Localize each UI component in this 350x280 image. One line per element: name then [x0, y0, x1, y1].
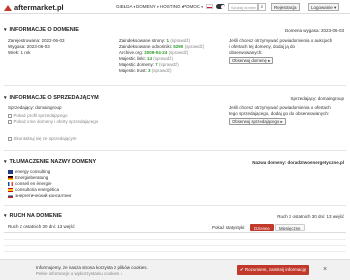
traffic-chart — [4, 232, 346, 252]
gridline — [4, 245, 346, 246]
notify-domain-text-1: Jeśli chcesz otrzymywać powiadomienia o … — [229, 38, 333, 43]
domain-age: Wiek: 1 rok — [8, 50, 31, 55]
verify-link[interactable]: (sprawdź) — [170, 38, 190, 43]
domain-name-right: Nazwa domeny: doradztwoenergetyczne.pl — [252, 160, 344, 165]
translation-en: energy consulting — [8, 169, 50, 175]
chevron-down-icon: ▾ — [4, 27, 7, 33]
close-icon[interactable]: × — [320, 265, 330, 275]
gridline — [4, 251, 346, 252]
traffic-left: Ruch z ostatnich 30 dni: 13 wejść — [8, 224, 75, 229]
chevron-down-icon: ▾ — [156, 5, 159, 9]
site-logo[interactable]: aftermarket.pl — [4, 3, 64, 12]
logo-text: aftermarket.pl — [14, 3, 64, 12]
nav-pomoc[interactable]: POMOC ▾ — [183, 4, 203, 9]
divider — [4, 205, 346, 206]
ru-flag-icon — [8, 194, 13, 198]
notify-seller-text-2: tego sprzedającego, dodaj go do obserwow… — [229, 111, 330, 116]
translation-ru: энергетический консалтинг — [8, 193, 72, 199]
polish-flag-icon[interactable] — [206, 4, 213, 9]
traffic-header[interactable]: ▾ RUCH NA DOMENIE — [4, 213, 62, 219]
theme-toggle[interactable] — [216, 4, 225, 9]
registered-date: Zarejestrowana: 2022-06-03 — [8, 38, 65, 43]
indexed-pages: Zaindeksowane strony: 1 (sprawdź) — [119, 38, 191, 43]
verify-link[interactable]: (sprawdź) — [185, 44, 205, 49]
list-icon — [8, 119, 12, 124]
majestic-links: Majestic linki: 14 (sprawdź) — [119, 56, 174, 61]
stat-value: 1 — [166, 38, 170, 43]
traffic-right: Ruch z ostatnich 30 dni: 13 wejść — [277, 214, 344, 219]
translation-fr: conseil en énergie — [8, 181, 52, 187]
translation-header[interactable]: ▾ TŁUMACZENIE NAZWY DOMENY — [4, 159, 96, 165]
expires-date: Wygasa: 2023-06-03 — [8, 44, 50, 49]
archive-date: Archive.org: 2009-04-24 (sprawdź) — [119, 50, 189, 55]
search-icon: ⌕ — [260, 4, 264, 10]
verify-link[interactable]: (sprawdź) — [159, 62, 179, 67]
stat-value: 5290 — [173, 44, 184, 49]
stat-value: 14 — [147, 56, 153, 61]
chevron-down-icon: ▾ — [334, 5, 337, 10]
notify-seller-text-1: Jeśli chcesz otrzymywać powiadomienia o … — [229, 105, 331, 110]
stat-value: 2009-04-24 — [144, 50, 168, 55]
verify-link[interactable]: (sprawdź) — [152, 68, 172, 73]
mail-icon — [8, 136, 12, 141]
chevron-down-icon: ▾ — [4, 213, 7, 219]
verify-link[interactable]: (sprawdź) — [153, 56, 173, 61]
nav-gielda[interactable]: GIEŁDA ▾ — [116, 4, 135, 9]
domain-expiry-right: Domena wygasa: 2023-06-03 — [284, 28, 344, 33]
chevron-down-icon: ▾ — [4, 159, 7, 165]
backlinks: Zaindeksowane odnośniki: 5290 (sprawdź) — [119, 44, 205, 49]
nav-hosting[interactable]: HOSTING ▾ — [160, 4, 184, 9]
translation-de: Energieberatung — [8, 175, 48, 181]
monthly-stats-button[interactable]: Miesięczne — [275, 224, 305, 231]
seller-label: Sprzedający: domaingroup — [8, 105, 62, 110]
watch-seller-button[interactable]: Obserwuj sprzedającego ▸ — [229, 118, 286, 125]
nav-domeny[interactable]: DOMENY ▾ — [136, 4, 159, 9]
es-flag-icon — [8, 188, 13, 192]
top-bar: aftermarket.pl GIEŁDA ▾ DOMENY ▾ HOSTING… — [0, 0, 350, 14]
accept-cookies-button[interactable]: ✔ Rozumiem, zamknij informację — [237, 265, 309, 275]
uk-flag-icon — [8, 170, 13, 174]
seller-profile-link[interactable]: Pokaż profil sprzedającego — [8, 113, 68, 119]
logo-icon — [4, 4, 12, 12]
stat-value: 3 — [148, 68, 151, 73]
seller-other-link[interactable]: Pokaż inne domeny i oferty sprzedającego — [8, 119, 98, 125]
search-button[interactable]: ⌕ — [258, 3, 266, 11]
verify-link[interactable]: (sprawdź) — [169, 50, 189, 55]
seller-right: Sprzedający: domaingroup — [290, 96, 344, 101]
cookie-text: Informujemy, że nasza strona korzysta z … — [36, 265, 148, 270]
contact-seller-link[interactable]: Skontaktuj się ze sprzedającym — [8, 136, 77, 142]
cookie-info-link[interactable]: Pełne informacje o wykorzystaniu cookies… — [36, 271, 122, 277]
fr-flag-icon — [8, 182, 13, 186]
check-icon: ✔ — [239, 267, 244, 272]
majestic-domains: Majestic domeny: 7 (sprawdź) — [119, 62, 179, 67]
divider — [4, 85, 346, 86]
stats-label: Pokaż statystyki: — [212, 225, 246, 230]
daily-stats-button[interactable]: Dzienne — [250, 224, 274, 231]
register-button[interactable]: Rejestracja — [271, 3, 300, 11]
de-flag-icon — [8, 176, 13, 180]
login-button[interactable]: Logowanie ▾ — [308, 3, 340, 11]
chevron-down-icon: ▾ — [201, 5, 204, 9]
seller-info-header[interactable]: ▾ INFORMACJE O SPRZEDAJĄCYM — [4, 95, 99, 101]
translation-es: consultoria energética — [8, 187, 59, 193]
search-input[interactable]: Szukaj domen — [228, 3, 258, 11]
user-icon — [8, 113, 12, 118]
majestic-trust: Majestic trust: 3 (sprawdź) — [119, 68, 172, 73]
watch-domain-button[interactable]: Obserwuj domenę ▸ — [229, 57, 274, 64]
divider — [4, 150, 346, 151]
gridline — [4, 239, 346, 240]
cookie-banner: Informujemy, że nasza strona korzysta z … — [0, 259, 350, 280]
notify-domain-text-2: i ofertach tej domeny, dodaj ją do — [229, 44, 295, 49]
chevron-down-icon: ▾ — [4, 95, 7, 101]
stat-value: 7 — [155, 62, 158, 67]
domain-info-header[interactable]: ▾ INFORMACJE O DOMENIE — [4, 27, 79, 33]
notify-domain-text-3: obserwowanych: — [229, 50, 263, 55]
